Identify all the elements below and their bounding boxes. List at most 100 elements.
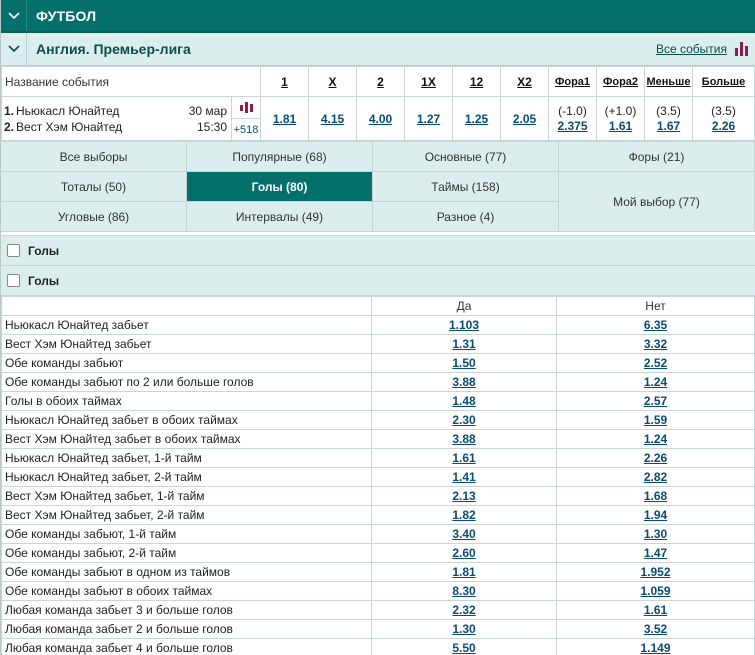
odd-x2[interactable]: 2.05 (513, 112, 536, 126)
market-header-row: Да Нет (1, 296, 755, 316)
filter-halves[interactable]: Таймы (158) (373, 172, 559, 202)
odd-yes[interactable]: 1.41 (452, 470, 475, 484)
filter-intervals[interactable]: Интервалы (49) (187, 202, 373, 232)
chevron-down-icon[interactable] (1, 33, 27, 65)
table-row: Вест Хэм Юнайтед забьет, 1-й тайм 2.13 1.6… (1, 486, 755, 506)
stats-icon[interactable] (232, 97, 260, 119)
odd-under[interactable]: 1.67 (657, 119, 680, 133)
events-table: Название события 1 X 2 1X 12 X2 Фора1 Фо… (1, 66, 755, 141)
stats-icon[interactable] (735, 42, 749, 56)
section-goals[interactable]: Голы (1, 266, 755, 296)
all-events-link[interactable]: Все события (656, 42, 727, 56)
odd-yes[interactable]: 3.88 (452, 375, 475, 389)
odd-no[interactable]: 3.52 (644, 622, 667, 636)
header-over[interactable]: Больше (692, 66, 755, 97)
filter-totals[interactable]: Тоталы (50) (1, 172, 187, 202)
odd-yes[interactable]: 1.81 (452, 565, 475, 579)
odd-no[interactable]: 1.59 (644, 413, 667, 427)
header-1[interactable]: 1 (260, 66, 309, 97)
under-param: (3.5) (656, 103, 681, 118)
odd-yes[interactable]: 1.50 (452, 356, 475, 370)
odd-yes[interactable]: 2.30 (452, 413, 475, 427)
odd-no[interactable]: 2.82 (644, 470, 667, 484)
odd-yes[interactable]: 2.60 (452, 546, 475, 560)
odd-yes[interactable]: 5.50 (452, 641, 475, 655)
market-label: Вест Хэм Юнайтед забьет, 2-й тайм (1, 505, 372, 525)
event-date: 30 мар (188, 103, 227, 118)
filter-corners[interactable]: Угловые (86) (1, 202, 187, 232)
odd-1[interactable]: 1.81 (273, 112, 296, 126)
odd-yes[interactable]: 1.61 (452, 451, 475, 465)
market-label: Обе команды забьют (1, 353, 372, 373)
odd-no[interactable]: 2.52 (644, 356, 667, 370)
odd-yes[interactable]: 1.31 (452, 337, 475, 351)
header-handicap2[interactable]: Фора2 (596, 66, 645, 97)
team2-name: Вест Хэм Юнайтед (16, 119, 123, 134)
odd-no[interactable]: 6.35 (644, 318, 667, 332)
odd-no[interactable]: 1.24 (644, 432, 667, 446)
odd-no[interactable]: 2.57 (644, 394, 667, 408)
header-x[interactable]: X (308, 66, 357, 97)
filter-popular[interactable]: Популярные (68) (187, 142, 373, 172)
odd-no[interactable]: 1.059 (640, 584, 670, 598)
filter-goals[interactable]: Голы (80) (187, 172, 373, 202)
market-label: Любая команда забьет 2 и больше голов (1, 619, 372, 639)
filter-my-choice[interactable]: Мой выбор (77) (559, 172, 755, 232)
odd-handicap2[interactable]: 1.61 (609, 119, 632, 133)
filter-main[interactable]: Основные (77) (373, 142, 559, 172)
market-label: Ньюкасл Юнайтед забьет, 2-й тайм (1, 467, 372, 487)
filter-handicaps[interactable]: Форы (21) (559, 142, 755, 172)
event-stats-cell[interactable]: +518 (231, 96, 261, 141)
market-label: Вест Хэм Юнайтед забьет, 1-й тайм (1, 486, 372, 506)
table-row: Вест Хэм Юнайтед забьет 1.31 3.32 (1, 334, 755, 354)
odd-yes[interactable]: 1.82 (452, 508, 475, 522)
filter-misc[interactable]: Разное (4) (373, 202, 559, 232)
market-label: Вест Хэм Юнайтед забьет (1, 334, 372, 354)
section-goals-group[interactable]: Голы (1, 236, 755, 266)
odd-yes[interactable]: 3.40 (452, 527, 475, 541)
odd-no[interactable]: 1.149 (640, 641, 670, 655)
header-handicap1[interactable]: Фора1 (548, 66, 597, 97)
header-2[interactable]: 2 (356, 66, 405, 97)
odd-x[interactable]: 4.15 (321, 112, 344, 126)
handicap1-param: (-1.0) (558, 103, 587, 118)
header-x2[interactable]: X2 (500, 66, 549, 97)
odd-yes[interactable]: 1.103 (449, 318, 479, 332)
odd-yes[interactable]: 1.48 (452, 394, 475, 408)
odd-no[interactable]: 1.952 (640, 565, 670, 579)
odd-no[interactable]: 1.24 (644, 375, 667, 389)
section-checkbox[interactable] (7, 244, 20, 257)
header-1x[interactable]: 1X (404, 66, 453, 97)
odd-no[interactable]: 1.30 (644, 527, 667, 541)
odd-no[interactable]: 3.32 (644, 337, 667, 351)
section-checkbox[interactable] (7, 274, 20, 287)
odd-yes[interactable]: 1.30 (452, 622, 475, 636)
odd-handicap1[interactable]: 2.375 (557, 119, 587, 133)
odd-yes[interactable]: 3.88 (452, 432, 475, 446)
league-header[interactable]: Англия. Премьер-лига Все события (1, 33, 755, 66)
chevron-down-icon[interactable] (1, 0, 27, 31)
filter-all[interactable]: Все выборы (1, 142, 187, 172)
market-label: Любая команда забьет 3 и больше голов (1, 600, 372, 620)
event-name-header: Название события (1, 66, 261, 97)
odd-1x[interactable]: 1.27 (417, 112, 440, 126)
odd-12[interactable]: 1.25 (465, 112, 488, 126)
header-under[interactable]: Меньше (644, 66, 693, 97)
table-row: Ньюкасл Юнайтед забьет, 2-й тайм 1.41 2.82 (1, 467, 755, 487)
odd-no[interactable]: 1.47 (644, 546, 667, 560)
header-12[interactable]: 12 (452, 66, 501, 97)
more-markets-link[interactable]: +518 (232, 119, 260, 140)
odd-no[interactable]: 1.68 (644, 489, 667, 503)
odd-2[interactable]: 4.00 (369, 112, 392, 126)
odd-yes[interactable]: 2.32 (452, 603, 475, 617)
betting-page: ФУТБОЛ Англия. Премьер-лига Все события … (0, 0, 755, 655)
sport-header[interactable]: ФУТБОЛ (1, 0, 755, 33)
odd-over[interactable]: 2.26 (712, 119, 735, 133)
odd-no[interactable]: 2.26 (644, 451, 667, 465)
odd-no[interactable]: 1.61 (644, 603, 667, 617)
event-teams[interactable]: 1. Ньюкасл Юнайтед 30 мар 2. Вест Хэм Юнай… (1, 96, 232, 141)
odd-no[interactable]: 1.94 (644, 508, 667, 522)
table-row: Обе команды забьют 1.50 2.52 (1, 353, 755, 373)
odd-yes[interactable]: 2.13 (452, 489, 475, 503)
odd-yes[interactable]: 8.30 (452, 584, 475, 598)
